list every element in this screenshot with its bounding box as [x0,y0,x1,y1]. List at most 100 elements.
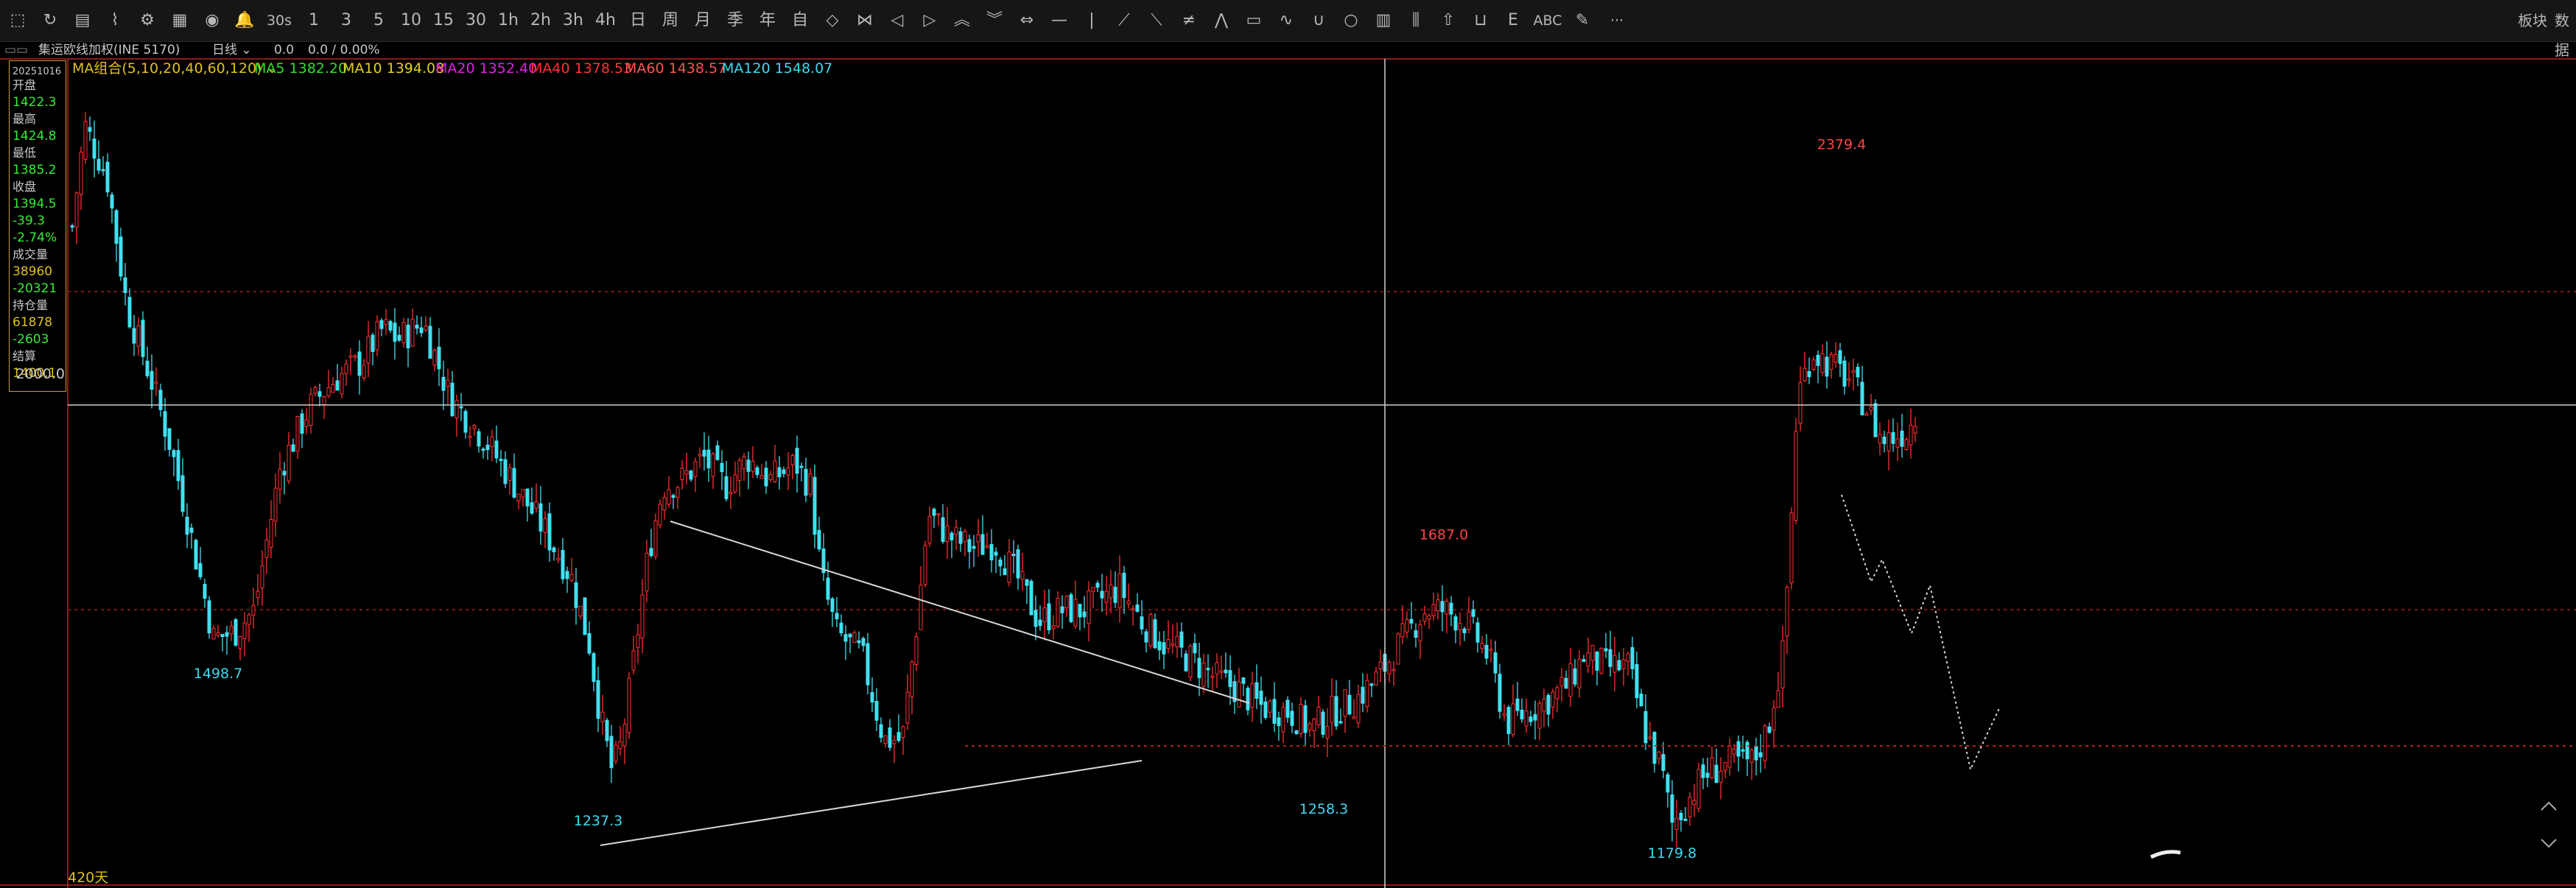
candle-up [919,585,923,630]
candle-down [592,653,596,683]
candle-down [1440,601,1445,613]
candle-down [932,508,936,516]
candle-up [154,381,158,384]
candle-down [1285,700,1290,718]
candlestick-chart[interactable]: 2000.0 1498.7 1237.3 1258.3 1687.0 1179.8 2379… [0,0,2576,888]
candle-down [1135,605,1140,612]
candle-down [1144,631,1148,643]
candle-down [1643,711,1648,744]
candle-up [1299,704,1303,734]
candle-down [888,727,892,748]
candle-up [1895,438,1900,448]
candle-down [896,732,901,741]
candle-down [689,471,693,480]
projection-path [1841,494,2001,772]
candle-down [1825,356,1829,377]
candle-up [1171,643,1175,646]
candle-up [945,525,950,543]
candle-up [1692,800,1696,806]
candle-down [958,531,963,544]
candle-up [1087,590,1091,624]
candle-down [1277,717,1281,727]
candle-down [220,633,225,638]
candle-down [1259,691,1263,705]
candle-down [477,431,481,447]
candle-down [167,428,172,450]
candle-up [1312,718,1316,731]
candle-down [843,634,848,642]
candle-up [883,735,888,744]
candle-up [1391,669,1396,672]
candle-up [569,574,574,581]
candle-up [1237,681,1241,708]
candle-up [1131,607,1135,610]
candle-up [269,519,273,548]
candle-down [1228,670,1232,688]
candle-up [1073,599,1078,627]
candle-up [923,545,927,585]
candle-up [1612,655,1617,673]
candle-up [614,744,618,762]
candle-down [547,513,552,551]
candle-down [1891,431,1895,444]
candle-down [234,619,238,646]
candle-down [1246,688,1250,711]
candle-up [1316,706,1321,725]
candle-down [379,320,384,329]
candle-down [1140,616,1144,630]
candle-up [216,632,220,636]
candle-up [1577,658,1582,688]
candle-down [110,194,114,209]
candle-down [861,638,866,646]
candle-up [1418,624,1422,642]
candle-up [1780,640,1785,688]
candle-up [304,419,309,427]
candle-down [1471,609,1475,617]
candle-down [1546,694,1551,715]
candle-down [1604,648,1608,652]
candle-up [1648,736,1652,739]
candle-down [1515,698,1520,711]
candle-down [1816,354,1820,366]
candle-up [1396,633,1400,665]
candle-down [1060,606,1064,613]
candle-down [967,539,972,552]
candle-up [384,319,388,325]
candle-down [1652,731,1657,764]
candle-up [309,394,313,426]
candle-up [1365,680,1369,708]
candle-down [596,680,600,719]
candle-up [516,493,521,501]
candle-down [941,517,945,542]
candle-up [1091,587,1095,592]
candle-up [1458,622,1462,630]
candle-down [512,468,516,498]
candle-up [472,425,477,429]
candle-down [1011,554,1016,557]
candle-down [826,577,830,600]
candle-up [1064,596,1069,608]
candle-down [1122,572,1126,599]
candle-up [1427,615,1431,620]
candle-down [96,158,101,171]
candle-up [1723,761,1727,771]
candle-up [1201,663,1206,687]
candle-down [1838,350,1842,364]
candle-down [1635,663,1639,699]
candle-down [1272,699,1277,724]
candle-down [866,643,870,686]
candle-up [1869,406,1873,411]
candle-down [158,390,163,410]
candle-up [645,552,649,591]
candle-up [1727,745,1732,768]
candle-up [264,540,269,558]
candle-up [468,435,472,438]
candle-up [1378,661,1383,669]
candle-up [1798,382,1803,424]
candle-up [1657,751,1661,759]
candle-up [976,534,980,543]
candle-down [180,475,185,512]
candle-down [552,547,556,552]
candle-up [636,634,640,648]
candle-down [371,334,375,352]
